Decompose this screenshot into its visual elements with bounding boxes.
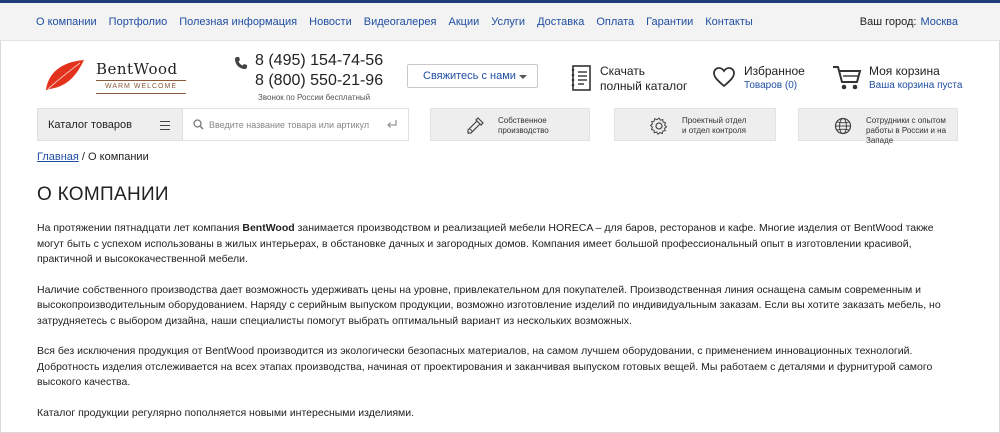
nav-link-video[interactable]: Видеогалерея [364,16,437,28]
tool-icon [467,117,484,134]
breadcrumb-current: О компании [88,151,149,163]
about-paragraph-4: Каталог продукции регулярно пополняется … [37,406,415,419]
feature-experienced-staff: Сотрудники с опытом работы в России и на… [798,108,958,145]
nav-link-news[interactable]: Новости [309,16,352,28]
download-catalog-line1: Скачать [600,64,645,78]
phone-number-free[interactable]: 8 (800) 550-21-96 [255,72,383,90]
breadcrumb: Главная / О компании [37,151,149,163]
feature-project-dept-label: Проектный отдел и отдел контроля [682,116,747,135]
cart-title: Моя корзина [869,64,940,78]
logo-tagline: WARM WELCOME [96,80,186,94]
shopping-cart-icon [833,66,862,90]
catalog-menu-button[interactable]: Каталог товаров [37,108,183,141]
catalog-document-icon [571,65,591,91]
phone-note: Звонок по России бесплатный [258,93,371,102]
feature-experienced-staff-label: Сотрудники с опытом работы в России и на… [866,116,947,145]
nav-link-portfolio[interactable]: Портфолио [109,16,168,28]
feature-project-dept: Проектный отдел и отдел контроля [614,108,776,141]
favorites-count[interactable]: Товаров (0) [744,80,797,91]
city-link[interactable]: Москва [920,16,958,28]
page-title: О КОМПАНИИ [37,184,169,205]
nav-link-payment[interactable]: Оплата [596,16,634,28]
p1-start: На протяжении пятнадцати лет компания [37,222,243,234]
cart-status[interactable]: Ваша корзина пуста [869,80,962,91]
nav-link-warranty[interactable]: Гарантии [646,16,693,28]
gear-icon [650,117,668,135]
globe-icon [834,117,852,135]
nav-link-useful-info[interactable]: Полезная информация [179,16,297,28]
breadcrumb-separator: / [78,151,89,163]
nav-link-services[interactable]: Услуги [491,16,525,28]
site-header: BentWood WARM WELCOME 8 (495) 154-74-56 … [0,42,1000,106]
p1-brand: BentWood [242,222,295,234]
phone-icon [235,57,247,69]
breadcrumb-home[interactable]: Главная [37,151,79,163]
heart-icon [713,67,735,88]
search-box [183,108,409,141]
city-label: Ваш город: [859,16,917,28]
top-nav: О компании Портфолио Полезная информация… [0,3,1000,41]
enter-icon[interactable] [386,119,398,130]
logo-brand-text: BentWood [96,60,178,78]
search-icon [193,119,204,130]
contact-us-button[interactable]: Свяжитесь с нами [407,64,538,88]
leaf-logo-icon [46,60,84,90]
phone-number-moscow[interactable]: 8 (495) 154-74-56 [255,52,383,70]
contact-us-label: Свяжитесь с нами [423,70,516,82]
feature-own-production-label: Собственное производство [498,116,549,135]
feature-own-production: Собственное производство [430,108,590,141]
about-content: На протяжении пятнадцати лет компания Be… [37,221,957,433]
nav-link-about[interactable]: О компании [36,16,97,28]
menu-icon [160,121,170,130]
nav-link-contacts[interactable]: Контакты [705,16,753,28]
catalog-menu-label: Каталог товаров [48,118,132,131]
chevron-down-icon [519,75,527,79]
catalog-toolbar: Каталог товаров Собственное производство… [0,108,1000,145]
about-paragraph-3: Вся без исключения продукция от BentWood… [37,345,933,388]
download-catalog-line2: полный каталог [600,79,688,93]
about-paragraph-1: На протяжении пятнадцати лет компания Be… [37,221,957,268]
site-logo[interactable]: BentWood WARM WELCOME [44,58,194,100]
nav-link-promos[interactable]: Акции [449,16,480,28]
city-selector: Ваш город: Москва [860,3,958,41]
nav-link-delivery[interactable]: Доставка [537,16,584,28]
top-nav-links: О компании Портфолио Полезная информация… [36,3,765,41]
about-paragraph-2: Наличие собственного производства дает в… [37,283,941,327]
favorites-title: Избранное [744,64,805,78]
search-input[interactable] [209,116,377,134]
